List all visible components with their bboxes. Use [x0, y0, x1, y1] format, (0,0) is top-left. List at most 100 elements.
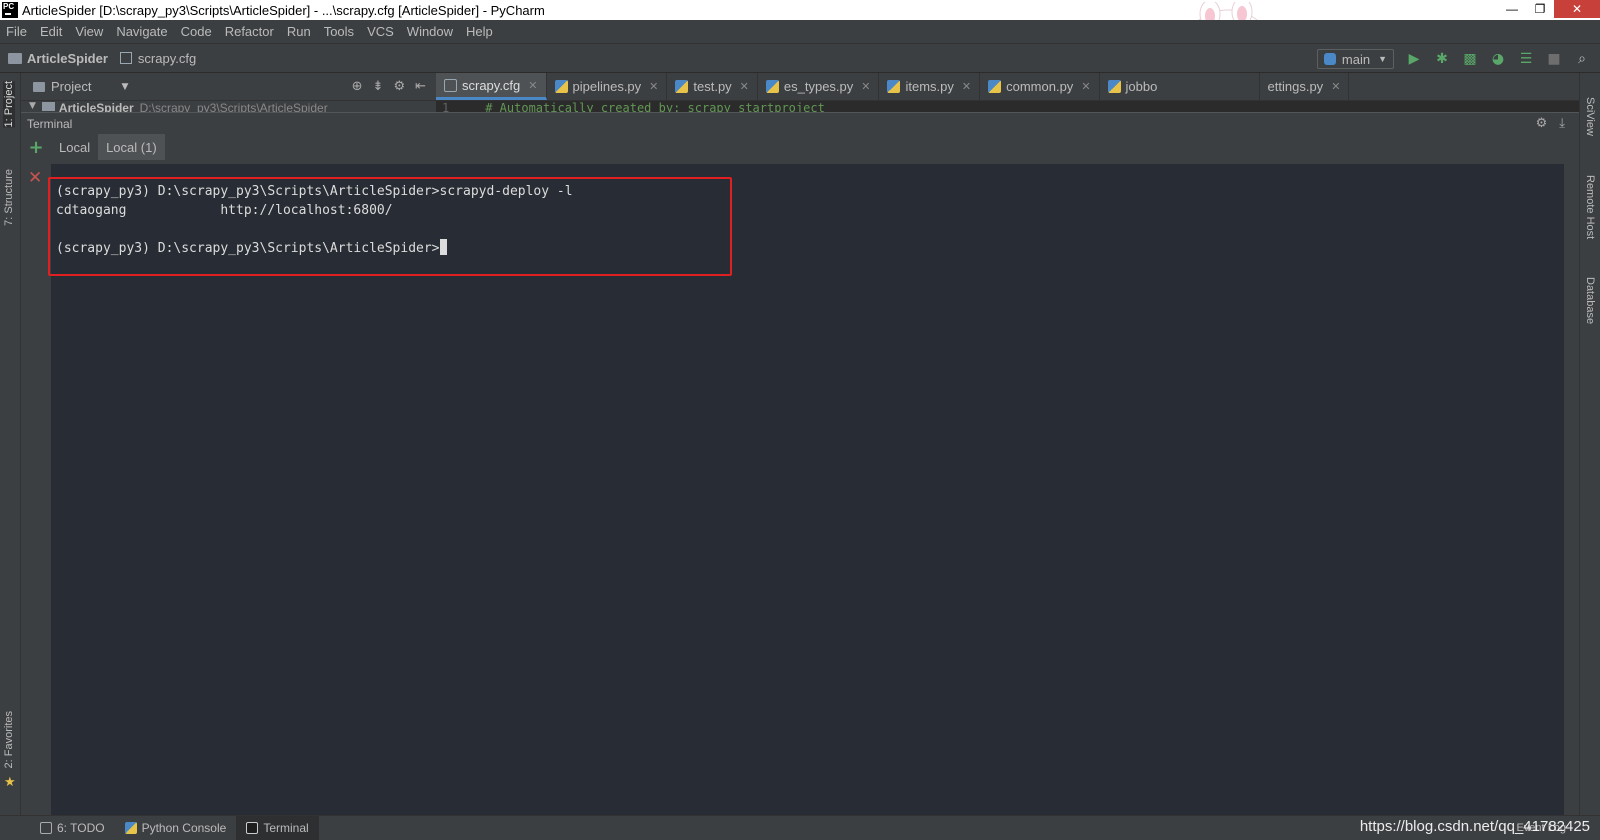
project-pane-header: Project ▼ ⊕ ⇟ ⚙ ⇤ — [21, 73, 436, 101]
close-icon[interactable]: ✕ — [528, 79, 537, 92]
tree-root-name[interactable]: ArticleSpider — [59, 101, 134, 112]
gear-icon[interactable]: ⚙ — [1536, 116, 1548, 131]
window-title: ArticleSpider [D:\scrapy_py3\Scripts\Art… — [22, 2, 545, 18]
navigation-bar: ArticleSpider scrapy.cfg main ▼ ▶ ✱ ▩ ◕ … — [0, 43, 1600, 73]
close-icon[interactable]: ✕ — [1331, 80, 1340, 93]
editor-tabs: scrapy.cfg ✕ pipelines.py ✕ test.py ✕ es… — [436, 73, 1579, 101]
chevron-down-icon[interactable]: ▼ — [121, 82, 128, 92]
editor-tab-es-types[interactable]: es_types.py ✕ — [758, 73, 880, 100]
chevron-down-icon: ▼ — [1378, 54, 1387, 64]
menu-view[interactable]: View — [75, 24, 103, 39]
menu-tools[interactable]: Tools — [324, 24, 354, 39]
hide-icon[interactable]: ⇤ — [415, 79, 426, 94]
left-tool-strip: 1: Project 7: Structure 2: Favorites ★ — [0, 73, 21, 815]
stop-icon[interactable]: ■ — [1546, 51, 1562, 67]
editor-tab-items[interactable]: items.py ✕ — [879, 73, 981, 100]
editor-tab-label: test.py — [693, 79, 732, 94]
locate-icon[interactable]: ⊕ — [352, 79, 363, 94]
chevron-down-icon[interactable]: ▼ — [29, 101, 36, 111]
editor-tab-jobbole[interactable]: jobbo — [1100, 73, 1260, 100]
tool-tab-project[interactable]: 1: Project — [3, 81, 15, 128]
window-controls: — ❐ ✕ — [1498, 0, 1600, 20]
close-session-icon[interactable]: ✕ — [28, 168, 42, 188]
menu-help[interactable]: Help — [466, 24, 493, 39]
coverage-icon[interactable]: ▩ — [1462, 51, 1478, 67]
maximize-button[interactable]: ❐ — [1526, 0, 1554, 18]
tree-root-path: D:\scrapy_py3\Scripts\ArticleSpider — [139, 101, 328, 112]
menu-file[interactable]: File — [6, 24, 27, 39]
gear-icon[interactable]: ⚙ — [393, 79, 405, 94]
tool-tab-terminal[interactable]: Terminal — [236, 816, 319, 840]
close-icon[interactable]: ✕ — [861, 80, 870, 93]
tool-tab-database[interactable]: Database — [1584, 277, 1596, 324]
project-pane-tools: ⊕ ⇟ ⚙ ⇤ — [352, 79, 426, 94]
editor-tab-label: ettings.py — [1267, 79, 1324, 94]
debug-icon[interactable]: ✱ — [1434, 51, 1450, 67]
python-file-icon — [1107, 80, 1121, 93]
editor-tab-pipelines[interactable]: pipelines.py ✕ — [547, 73, 668, 100]
project-view-icon — [33, 81, 45, 92]
menu-bar: File Edit View Navigate Code Refactor Ru… — [0, 20, 1600, 43]
terminal-tab-local[interactable]: Local — [51, 134, 98, 160]
config-file-icon — [444, 78, 457, 92]
run-configuration-select[interactable]: main ▼ — [1316, 49, 1394, 69]
tool-tab-sciview[interactable]: SciView — [1584, 97, 1596, 136]
editor-tab-label: jobbo — [1125, 79, 1158, 94]
star-icon: ★ — [4, 775, 16, 790]
minimize-button[interactable]: — — [1498, 0, 1526, 18]
python-file-icon — [765, 80, 779, 93]
search-icon[interactable]: ⌕ — [1574, 51, 1590, 67]
code-line: # Automatically created by: scrapy start… — [485, 101, 825, 112]
tool-tab-python-console[interactable]: Python Console — [115, 816, 237, 840]
tool-tab-todo[interactable]: 6: TODO — [30, 816, 115, 840]
menu-code[interactable]: Code — [181, 24, 212, 39]
close-icon[interactable]: ✕ — [740, 80, 749, 93]
plus-icon: + — [28, 136, 44, 158]
editor-tab-scrapy-cfg[interactable]: scrapy.cfg ✕ — [436, 73, 547, 100]
close-window-button[interactable]: ✕ — [1554, 0, 1600, 18]
toolbar-actions: main ▼ ▶ ✱ ▩ ◕ ☰ ■ ⌕ — [1316, 49, 1590, 69]
breadcrumb-project[interactable]: ArticleSpider — [27, 51, 108, 66]
python-console-label: Python Console — [141, 821, 227, 835]
editor-tab-label: scrapy.cfg — [462, 77, 521, 93]
profile-icon[interactable]: ◕ — [1490, 51, 1506, 67]
terminal-header-tools: ⚙ ⤓ — [1536, 116, 1565, 131]
new-session-button[interactable]: + — [21, 134, 51, 160]
hide-panel-icon[interactable]: ⤓ — [1559, 116, 1565, 131]
editor-code: 1 # Automatically created by: scrapy star… — [436, 101, 1579, 112]
concurrency-icon[interactable]: ☰ — [1518, 51, 1534, 67]
terminal-side-toolbar: ✕ — [21, 160, 51, 815]
editor-tab-settings[interactable]: ettings.py ✕ — [1260, 73, 1350, 100]
menu-navigate[interactable]: Navigate — [116, 24, 167, 39]
run-icon[interactable]: ▶ — [1406, 51, 1422, 67]
menu-vcs[interactable]: VCS — [367, 24, 394, 39]
menu-edit[interactable]: Edit — [40, 24, 62, 39]
collapse-icon[interactable]: ⇟ — [373, 79, 384, 94]
pycharm-logo-icon: PC — [2, 2, 18, 18]
editor-tab-label: es_types.py — [783, 79, 854, 94]
tool-tab-structure[interactable]: 7: Structure — [3, 169, 15, 226]
todo-label: 6: TODO — [57, 821, 105, 835]
breadcrumb-file[interactable]: scrapy.cfg — [138, 51, 196, 66]
editor-tab-label: common.py — [1006, 79, 1074, 94]
terminal-tab-local-1[interactable]: Local (1) — [98, 134, 165, 160]
tool-tab-favorites[interactable]: 2: Favorites — [3, 711, 15, 768]
highlight-annotation — [48, 177, 732, 276]
close-icon[interactable]: ✕ — [962, 80, 971, 93]
title-bar: PC ArticleSpider [D:\scrapy_py3\Scripts\… — [0, 0, 1600, 20]
project-view-select[interactable]: Project — [51, 79, 91, 94]
config-file-icon — [119, 52, 132, 64]
menu-window[interactable]: Window — [407, 24, 453, 39]
editor-tab-label: pipelines.py — [572, 79, 642, 94]
tool-tab-remote-host[interactable]: Remote Host — [1584, 175, 1596, 239]
todo-icon — [40, 822, 52, 834]
menu-run[interactable]: Run — [287, 24, 311, 39]
status-bar: 6: TODO Python Console Terminal Event Lo… — [0, 815, 1600, 840]
editor-tab-common[interactable]: common.py ✕ — [980, 73, 1100, 100]
project-tree: ▼ ArticleSpider D:\scrapy_py3\Scripts\Ar… — [21, 101, 436, 112]
editor-tab-test[interactable]: test.py ✕ — [667, 73, 758, 100]
terminal-scrollbar[interactable] — [1564, 160, 1579, 815]
close-icon[interactable]: ✕ — [649, 80, 658, 93]
close-icon[interactable]: ✕ — [1081, 80, 1090, 93]
menu-refactor[interactable]: Refactor — [225, 24, 274, 39]
